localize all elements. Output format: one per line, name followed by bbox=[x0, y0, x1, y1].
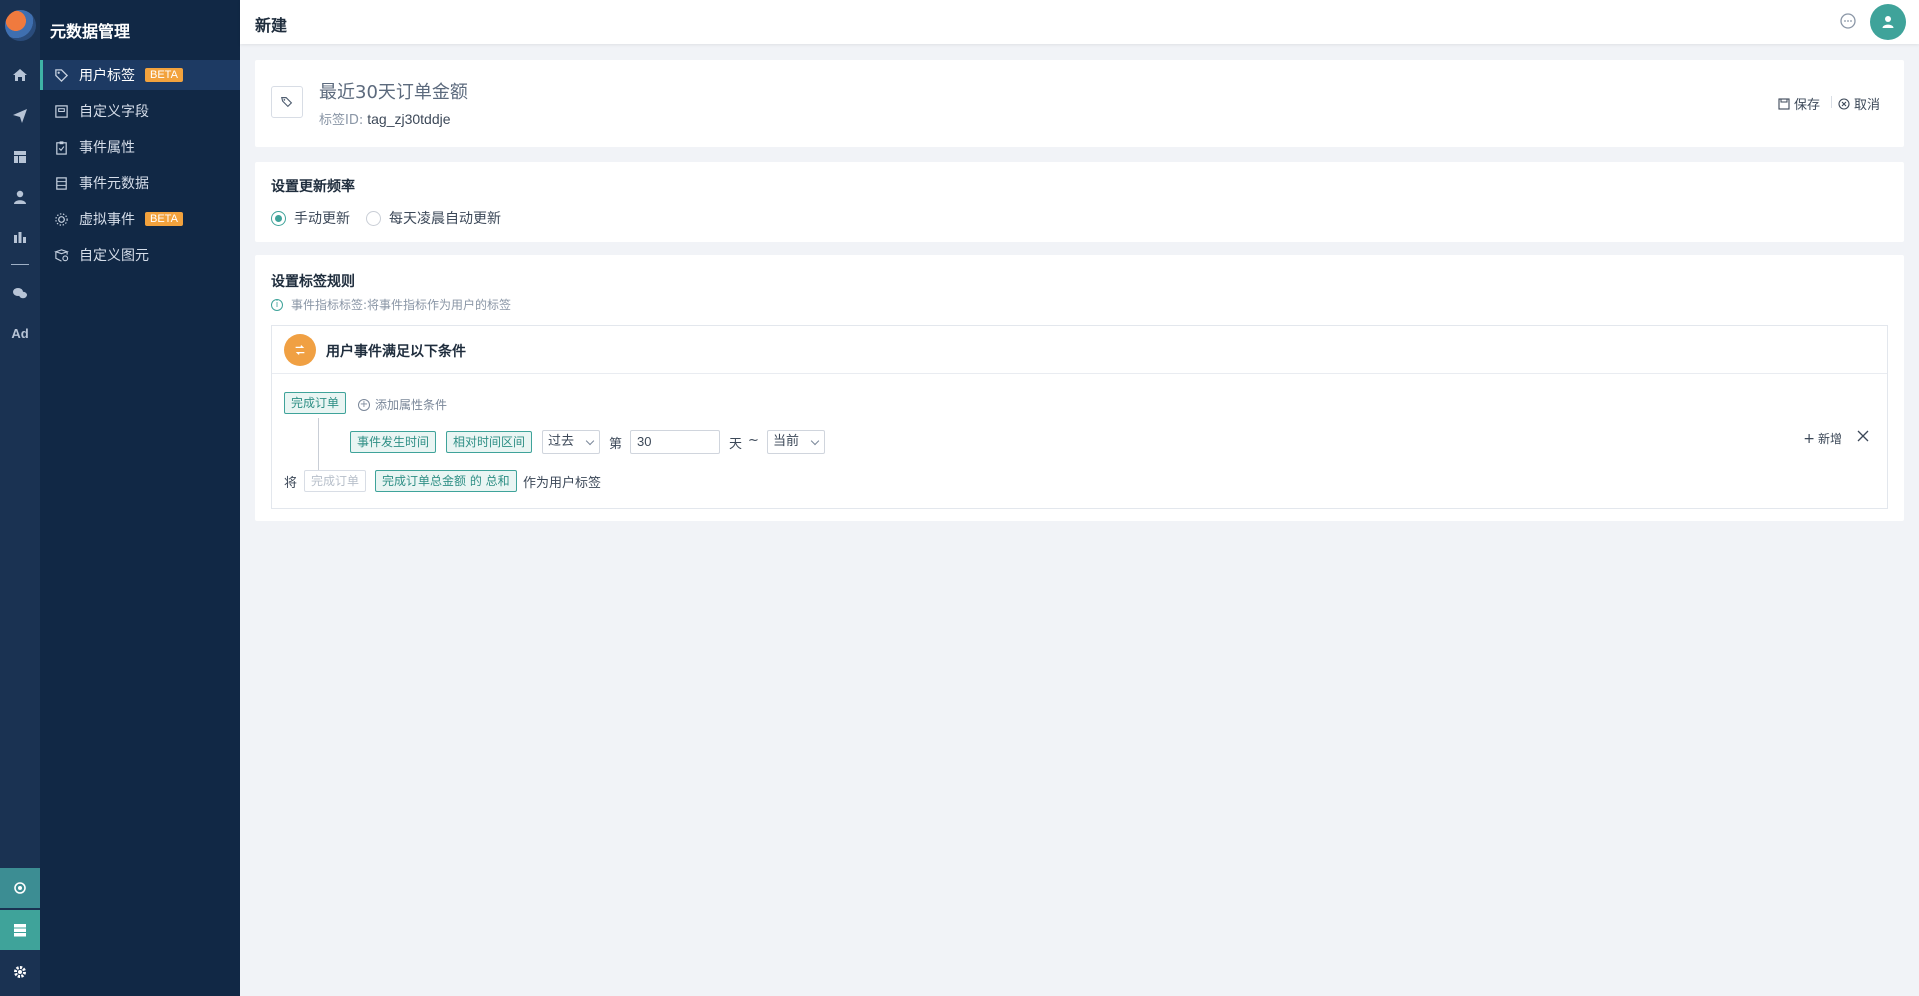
frequency-title: 设置更新频率 bbox=[271, 179, 355, 195]
cancel-button[interactable]: 取消 bbox=[1838, 94, 1880, 113]
condition-field-chip[interactable]: 事件发生时间 bbox=[350, 431, 437, 453]
app-logo[interactable] bbox=[5, 10, 36, 41]
bar-chart-icon[interactable] bbox=[0, 221, 40, 253]
wechat-icon[interactable] bbox=[0, 277, 40, 309]
rules-hint-text: 事件指标标签:将事件指标作为用户的标签 bbox=[291, 298, 512, 312]
close-icon[interactable] bbox=[1857, 430, 1869, 442]
tag-icon bbox=[53, 67, 69, 83]
sidebar-item-label: 用户标签 bbox=[79, 68, 135, 84]
sidebar-item-label: 虚拟事件 bbox=[79, 212, 135, 228]
tag-header-card: 最近30天订单金额 标签ID: tag_zj30tddje 保存 取消 bbox=[255, 60, 1904, 147]
sidebar-item-label: 事件元数据 bbox=[79, 176, 149, 192]
rule-group-title: 用户事件满足以下条件 bbox=[326, 344, 466, 360]
hub-icon[interactable] bbox=[0, 868, 40, 908]
cancel-label: 取消 bbox=[1853, 98, 1880, 113]
field-icon bbox=[53, 103, 69, 119]
rules-card: 设置标签规则 i 事件指标标签:将事件指标作为用户的标签 用户事件满足以下条件 … bbox=[255, 255, 1904, 521]
sidebar-item-label: 自定义图元 bbox=[79, 248, 149, 264]
tag-name[interactable]: 最近30天订单金额 bbox=[319, 78, 468, 104]
save-button[interactable]: 保存 bbox=[1778, 94, 1820, 113]
virtual-event-icon bbox=[53, 211, 69, 227]
sidebar-item-custom-shapes[interactable]: 自定义图元 bbox=[40, 240, 240, 270]
sidebar-item-virtual-events[interactable]: 虚拟事件 BETA bbox=[40, 204, 240, 234]
direction-select[interactable]: 过去 bbox=[542, 430, 600, 454]
chevron-down-icon bbox=[810, 436, 820, 446]
footer-lead: 将 bbox=[284, 476, 298, 491]
radio-label: 手动更新 bbox=[294, 211, 350, 227]
ordinal-prefix: 第 bbox=[609, 437, 623, 452]
tag-id-value: tag_zj30tddje bbox=[367, 111, 451, 127]
footer-tail: 作为用户标签 bbox=[523, 476, 602, 491]
shapes-icon bbox=[53, 247, 69, 263]
server-icon[interactable] bbox=[0, 910, 40, 950]
home-icon[interactable] bbox=[0, 59, 40, 91]
radio-unchecked-icon bbox=[366, 210, 381, 226]
sidebar-item-event-properties[interactable]: 事件属性 bbox=[40, 132, 240, 162]
message-icon[interactable] bbox=[1839, 12, 1857, 30]
footer-event-chip: 完成订单 bbox=[304, 470, 367, 492]
save-icon bbox=[1778, 97, 1790, 110]
end-value: 当前 bbox=[773, 434, 800, 449]
add-circle-icon: + bbox=[358, 398, 370, 411]
add-new-button[interactable]: + 新增 bbox=[1803, 430, 1842, 447]
radio-checked-icon bbox=[271, 210, 286, 226]
chevron-down-icon bbox=[585, 436, 595, 446]
condition-connector bbox=[318, 418, 319, 470]
rules-title: 设置标签规则 bbox=[271, 274, 355, 290]
radio-daily-update[interactable]: 每天凌晨自动更新 bbox=[366, 208, 501, 228]
icon-rail: Ad bbox=[0, 0, 40, 996]
days-unit: 天 bbox=[729, 437, 743, 452]
event-chip[interactable]: 完成订单 bbox=[284, 392, 347, 414]
user-icon[interactable] bbox=[0, 181, 40, 213]
add-new-label: 新增 bbox=[1817, 432, 1842, 446]
settings-icon[interactable] bbox=[0, 952, 40, 992]
page-title: 新建 bbox=[255, 16, 288, 35]
frequency-card: 设置更新频率 手动更新 每天凌晨自动更新 bbox=[255, 162, 1904, 242]
sidebar-item-user-tags[interactable]: 用户标签 BETA bbox=[40, 60, 240, 90]
list-icon bbox=[53, 175, 69, 191]
avatar[interactable] bbox=[1870, 4, 1906, 40]
top-bar: 新建 bbox=[240, 0, 1919, 44]
ad-icon-label: Ad bbox=[11, 325, 29, 341]
days-input[interactable]: 30 bbox=[630, 430, 720, 454]
info-icon: i bbox=[271, 298, 283, 311]
action-divider bbox=[1831, 96, 1832, 108]
tag-icon-button[interactable] bbox=[271, 86, 303, 118]
add-property-condition-button[interactable]: + 添加属性条件 bbox=[358, 396, 447, 413]
metric-chip[interactable]: 完成订单总金额 的 总和 bbox=[375, 470, 517, 492]
direction-value: 过去 bbox=[548, 434, 575, 449]
send-icon[interactable] bbox=[0, 100, 40, 132]
sidebar-item-event-metadata[interactable]: 事件元数据 bbox=[40, 168, 240, 198]
rail-divider bbox=[11, 264, 29, 265]
sidebar-item-label: 事件属性 bbox=[79, 140, 135, 156]
sidebar-item-label: 自定义字段 bbox=[79, 104, 149, 120]
plus-icon: + bbox=[1803, 430, 1815, 447]
sidebar: 元数据管理 用户标签 BETA 自定义字段 事件属性 事件元数据 虚拟事件 BE… bbox=[40, 0, 240, 996]
radio-manual-update[interactable]: 手动更新 bbox=[271, 208, 350, 228]
save-label: 保存 bbox=[1793, 98, 1820, 113]
rule-group-header: 用户事件满足以下条件 bbox=[272, 326, 1887, 374]
rules-hint: i 事件指标标签:将事件指标作为用户的标签 bbox=[271, 296, 511, 313]
tag-id-label: 标签ID: bbox=[319, 113, 364, 128]
frequency-options: 手动更新 每天凌晨自动更新 bbox=[271, 208, 517, 228]
cancel-icon bbox=[1838, 97, 1850, 110]
clipboard-icon bbox=[53, 139, 69, 155]
end-select[interactable]: 当前 bbox=[767, 430, 825, 454]
event-condition-icon bbox=[284, 334, 316, 366]
rule-group: 用户事件满足以下条件 完成订单 + 添加属性条件 事件发生时间 相对时间区间 过… bbox=[271, 325, 1888, 509]
beta-badge: BETA bbox=[145, 212, 183, 226]
tag-id: 标签ID: tag_zj30tddje bbox=[319, 109, 451, 128]
range-tilde: ~ bbox=[748, 433, 759, 448]
add-property-condition-label: 添加属性条件 bbox=[375, 398, 448, 412]
ad-icon[interactable]: Ad bbox=[0, 317, 40, 349]
sidebar-item-custom-fields[interactable]: 自定义字段 bbox=[40, 96, 240, 126]
sidebar-title: 元数据管理 bbox=[50, 22, 131, 41]
condition-operator-chip[interactable]: 相对时间区间 bbox=[446, 431, 533, 453]
beta-badge: BETA bbox=[145, 68, 183, 82]
dashboard-icon[interactable] bbox=[0, 141, 40, 173]
radio-label: 每天凌晨自动更新 bbox=[389, 211, 501, 227]
